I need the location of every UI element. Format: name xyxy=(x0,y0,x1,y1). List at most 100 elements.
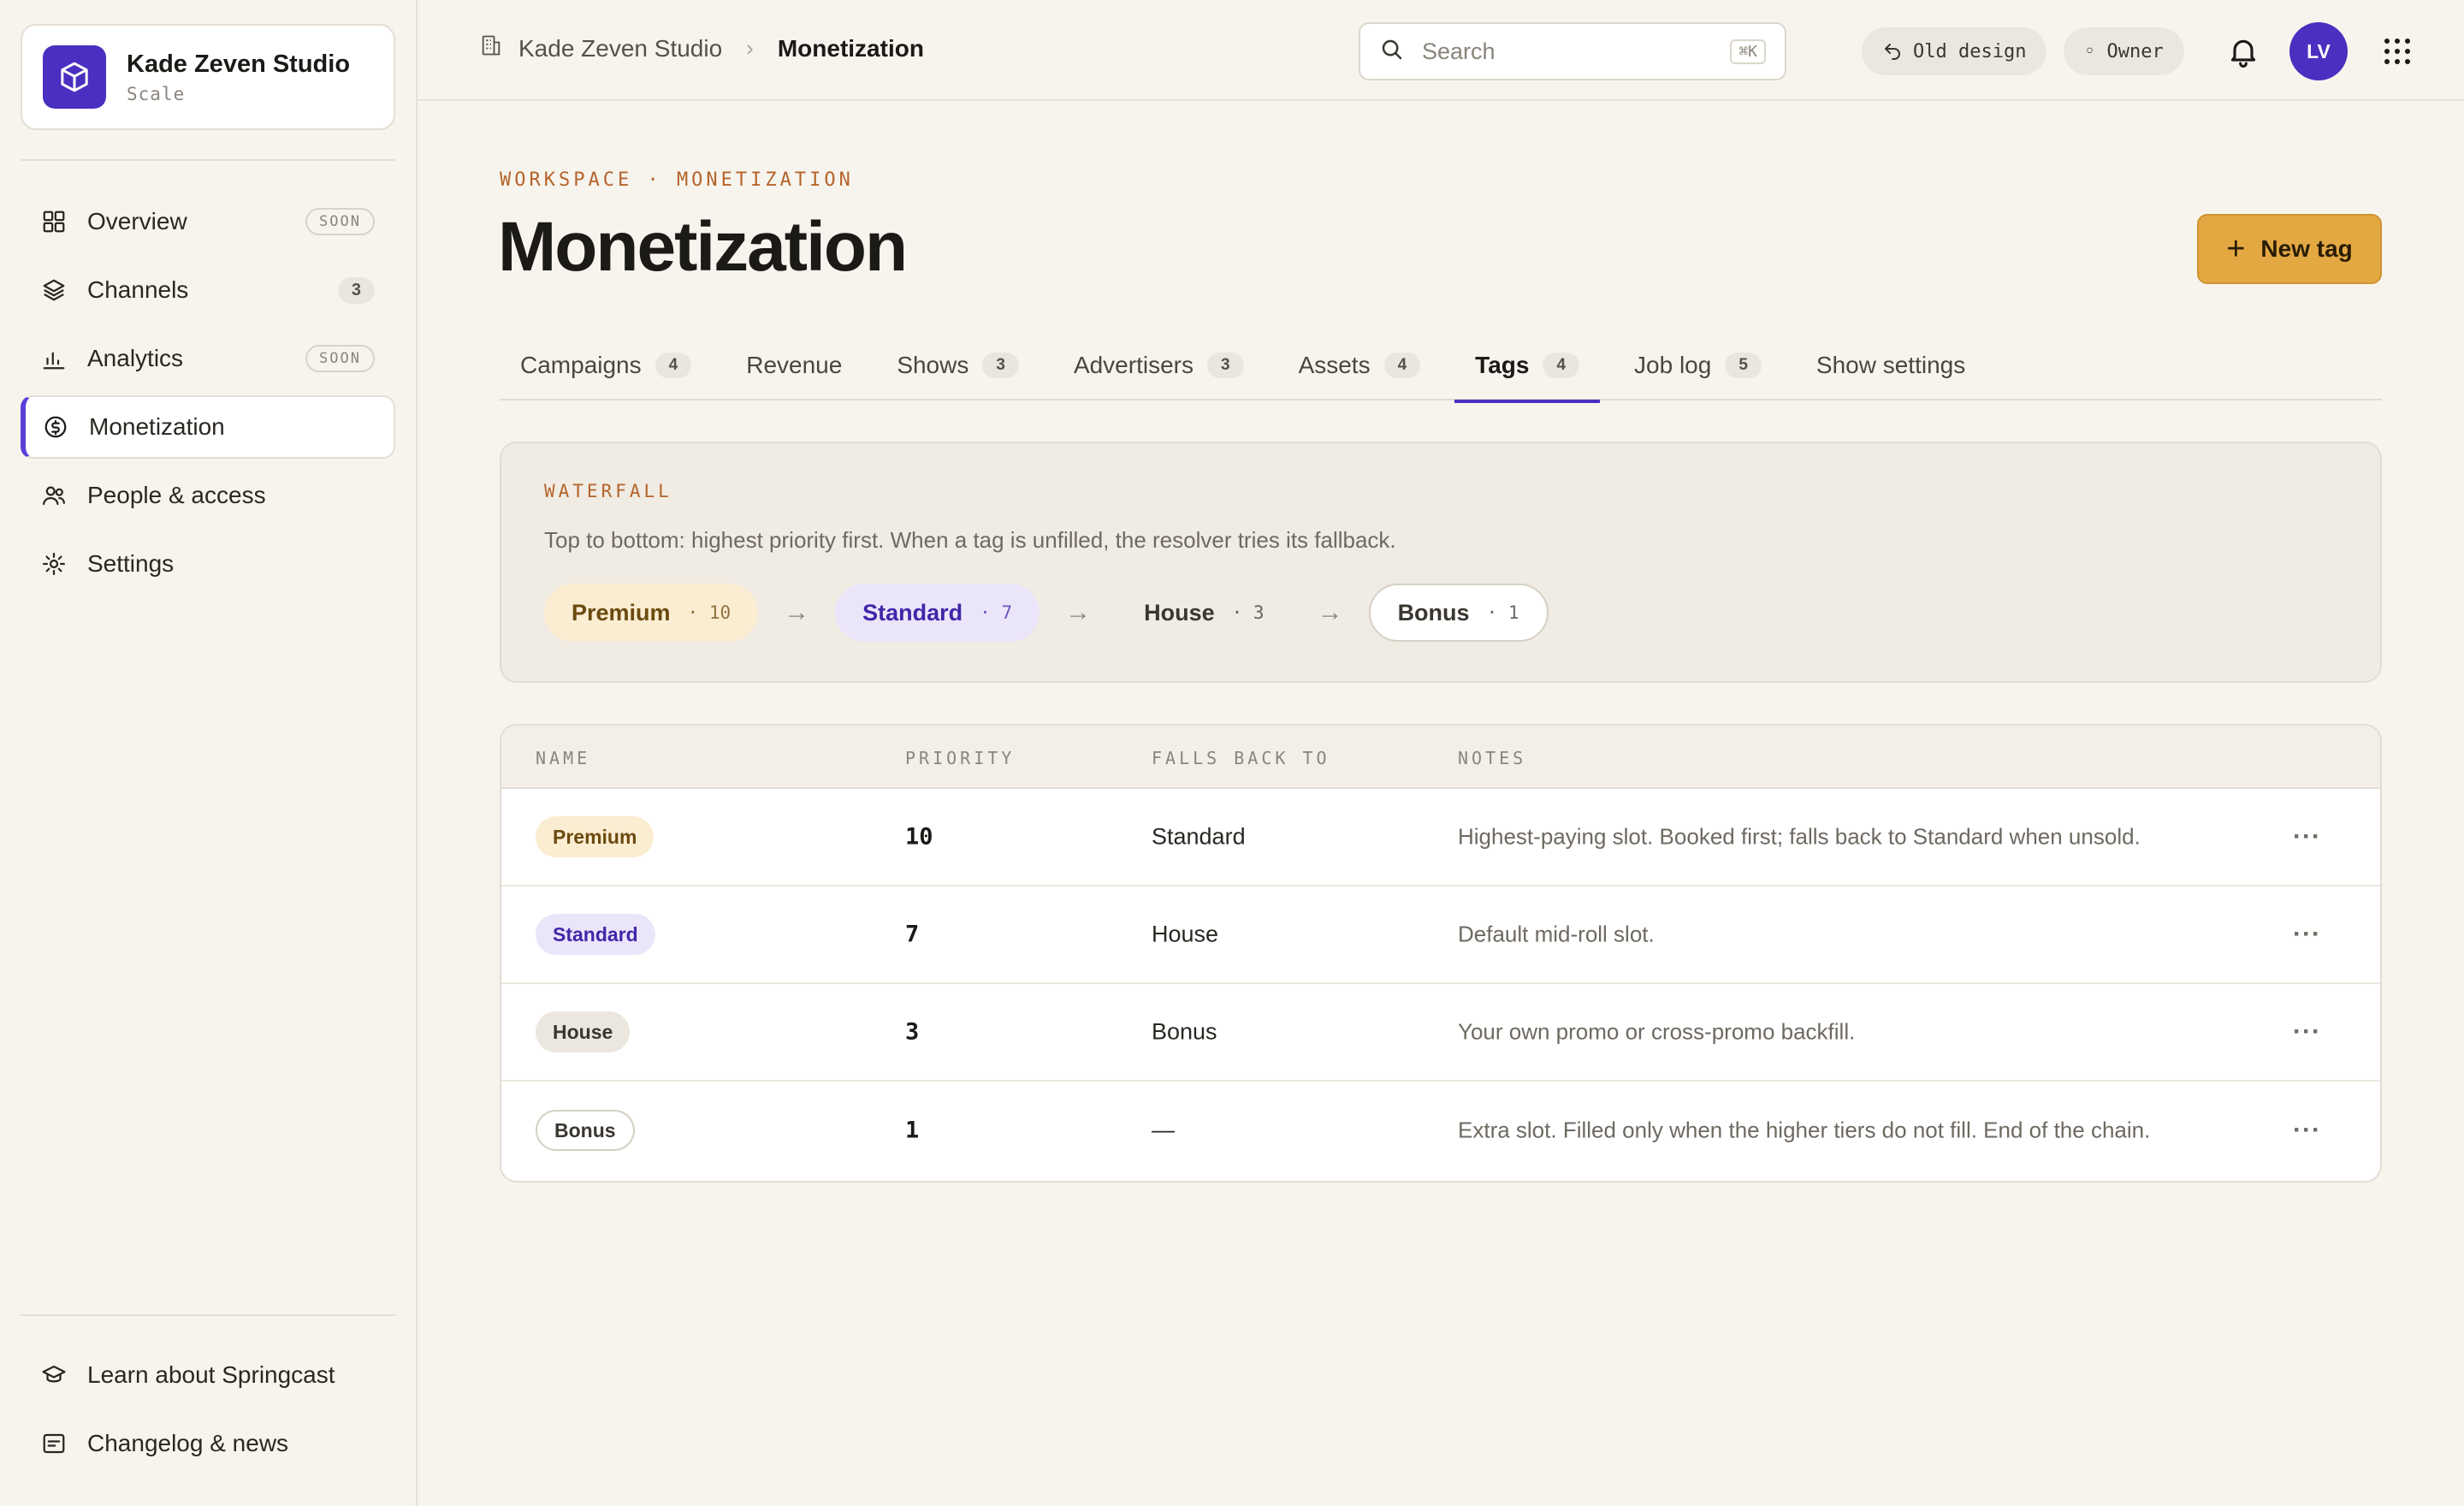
sidebar-item-monetization[interactable]: Monetization xyxy=(21,395,395,459)
waterfall-description: Top to bottom: highest priority first. W… xyxy=(544,527,1396,553)
table-row[interactable]: Premium 10 Standard Highest-paying slot.… xyxy=(501,789,2380,886)
old-design-label: Old design xyxy=(1913,40,2027,62)
tab-label: Assets xyxy=(1298,352,1371,378)
tab-label: Advertisers xyxy=(1073,352,1194,378)
tab-assets[interactable]: Assets 4 xyxy=(1278,330,1442,400)
sidebar-item-overview[interactable]: Overview SOON xyxy=(21,190,395,253)
chevron-right-icon: › xyxy=(746,35,754,61)
sidebar-item-channels[interactable]: Channels 3 xyxy=(21,258,395,322)
header-notes: NOTES xyxy=(1458,748,1527,768)
search-box[interactable]: ⌘K xyxy=(1359,22,1786,80)
tab-advertisers[interactable]: Advertisers 3 xyxy=(1053,330,1265,400)
search-input[interactable] xyxy=(1422,38,1731,65)
sidebar-item-label: Overview xyxy=(87,208,187,234)
users-icon xyxy=(41,483,67,508)
tab-shows[interactable]: Shows 3 xyxy=(876,330,1040,400)
cube-icon xyxy=(43,45,106,109)
tab-count: 4 xyxy=(1383,353,1421,378)
sidebar-item-label: Analytics xyxy=(87,345,184,371)
header-name: NAME xyxy=(536,748,591,768)
sidebar-item-label: Channels xyxy=(87,276,189,303)
sidebar-item-analytics[interactable]: Analytics SOON xyxy=(21,327,395,390)
tab-tags[interactable]: Tags 4 xyxy=(1454,330,1600,403)
tab-count: 4 xyxy=(1543,353,1580,378)
waterfall-step-house: House · 3 xyxy=(1116,584,1291,642)
sidebar-item-changelog[interactable]: Changelog & news xyxy=(21,1412,395,1475)
tab-count: 4 xyxy=(654,353,692,378)
tag-badge: Bonus xyxy=(536,1110,635,1151)
breadcrumb-current: Monetization xyxy=(777,34,924,62)
tab-job-log[interactable]: Job log 5 xyxy=(1614,330,1782,400)
arrow-right-icon: → xyxy=(1065,598,1092,626)
fallback-cell: — xyxy=(1152,1117,1175,1143)
building-icon xyxy=(479,33,503,64)
breadcrumb-workspace[interactable]: Kade Zeven Studio xyxy=(518,35,722,62)
count-badge: 3 xyxy=(337,276,375,304)
table-row[interactable]: House 3 Bonus Your own promo or cross-pr… xyxy=(501,984,2380,1082)
sidebar-item-people-access[interactable]: People & access xyxy=(21,464,395,527)
sidebar-item-label: Monetization xyxy=(89,413,225,440)
fallback-cell: House xyxy=(1152,921,1219,947)
more-options-icon[interactable]: ··· xyxy=(2293,1116,2321,1145)
step-name: Bonus xyxy=(1397,599,1470,626)
more-options-icon[interactable]: ··· xyxy=(2293,822,2321,851)
table-row[interactable]: Bonus 1 — Extra slot. Filled only when t… xyxy=(501,1082,2380,1179)
new-tag-button[interactable]: + New tag xyxy=(2197,214,2382,284)
notes-cell: Extra slot. Filled only when the higher … xyxy=(1458,1117,2151,1143)
role-badge: ◦ Owner xyxy=(2064,27,2184,75)
tab-count: 5 xyxy=(1725,353,1762,378)
fallback-cell: Bonus xyxy=(1152,1018,1217,1045)
step-name: Premium xyxy=(572,599,671,626)
notifications-bell-icon[interactable] xyxy=(2226,34,2260,68)
topbar: Kade Zeven Studio › Monetization ⌘K Old … xyxy=(418,0,2464,101)
sidebar-item-label: Learn about Springcast xyxy=(87,1361,335,1388)
waterfall-chain: Premium · 10 → Standard · 7 → House · 3 … xyxy=(544,584,1549,642)
bar-chart-icon xyxy=(41,346,67,371)
role-label: ◦ Owner xyxy=(2084,40,2164,62)
notes-cell: Highest-paying slot. Booked first; falls… xyxy=(1458,823,2141,850)
tab-revenue[interactable]: Revenue xyxy=(726,330,862,400)
undo-icon xyxy=(1882,41,1903,62)
new-tag-label: New tag xyxy=(2260,235,2353,262)
dollar-circle-icon xyxy=(43,414,68,440)
tab-label: Campaigns xyxy=(520,352,642,378)
waterfall-step-standard: Standard · 7 xyxy=(835,584,1040,642)
sidebar-item-label: Changelog & news xyxy=(87,1430,289,1456)
priority-cell: 1 xyxy=(905,1117,920,1144)
step-priority: · 7 xyxy=(980,602,1013,623)
sidebar-item-label: People & access xyxy=(87,482,266,508)
tab-campaigns[interactable]: Campaigns 4 xyxy=(500,330,712,400)
header-fallback: FALLS BACK TO xyxy=(1152,748,1330,768)
more-options-icon[interactable]: ··· xyxy=(2293,920,2321,949)
tab-label: Tags xyxy=(1475,352,1530,378)
waterfall-step-bonus: Bonus · 1 xyxy=(1368,584,1549,642)
search-shortcut: ⌘K xyxy=(1730,39,1766,64)
layers-icon xyxy=(41,277,67,303)
soon-badge: SOON xyxy=(305,345,375,372)
notes-cell: Your own promo or cross-promo backfill. xyxy=(1458,1018,1856,1045)
avatar[interactable]: LV xyxy=(2289,22,2348,80)
tab-label: Shows xyxy=(897,352,969,378)
notes-cell: Default mid-roll slot. xyxy=(1458,921,1655,947)
plus-icon: + xyxy=(2226,231,2246,267)
tag-badge: Standard xyxy=(536,914,655,955)
search-icon xyxy=(1379,37,1405,67)
table-row[interactable]: Standard 7 House Default mid-roll slot. … xyxy=(501,886,2380,984)
table-header: NAME PRIORITY FALLS BACK TO NOTES xyxy=(501,726,2380,789)
tab-show-settings[interactable]: Show settings xyxy=(1796,330,1986,400)
arrow-right-icon: → xyxy=(1317,598,1343,626)
page-eyebrow: WORKSPACE · MONETIZATION xyxy=(500,169,854,191)
workspace-switcher[interactable]: Kade Zeven Studio Scale xyxy=(21,24,395,130)
step-priority: · 1 xyxy=(1486,602,1519,623)
waterfall-label: WATERFALL xyxy=(544,481,672,501)
page-title: Monetization xyxy=(498,208,908,286)
sidebar-item-settings[interactable]: Settings xyxy=(21,532,395,596)
step-priority: · 10 xyxy=(687,602,732,623)
old-design-button[interactable]: Old design xyxy=(1862,27,2047,75)
tab-label: Revenue xyxy=(746,352,843,378)
header-priority: PRIORITY xyxy=(905,748,1016,768)
apps-grid-icon[interactable] xyxy=(2382,36,2413,67)
sidebar-item-learn[interactable]: Learn about Springcast xyxy=(21,1343,395,1407)
more-options-icon[interactable]: ··· xyxy=(2293,1017,2321,1046)
step-name: Standard xyxy=(862,599,963,626)
